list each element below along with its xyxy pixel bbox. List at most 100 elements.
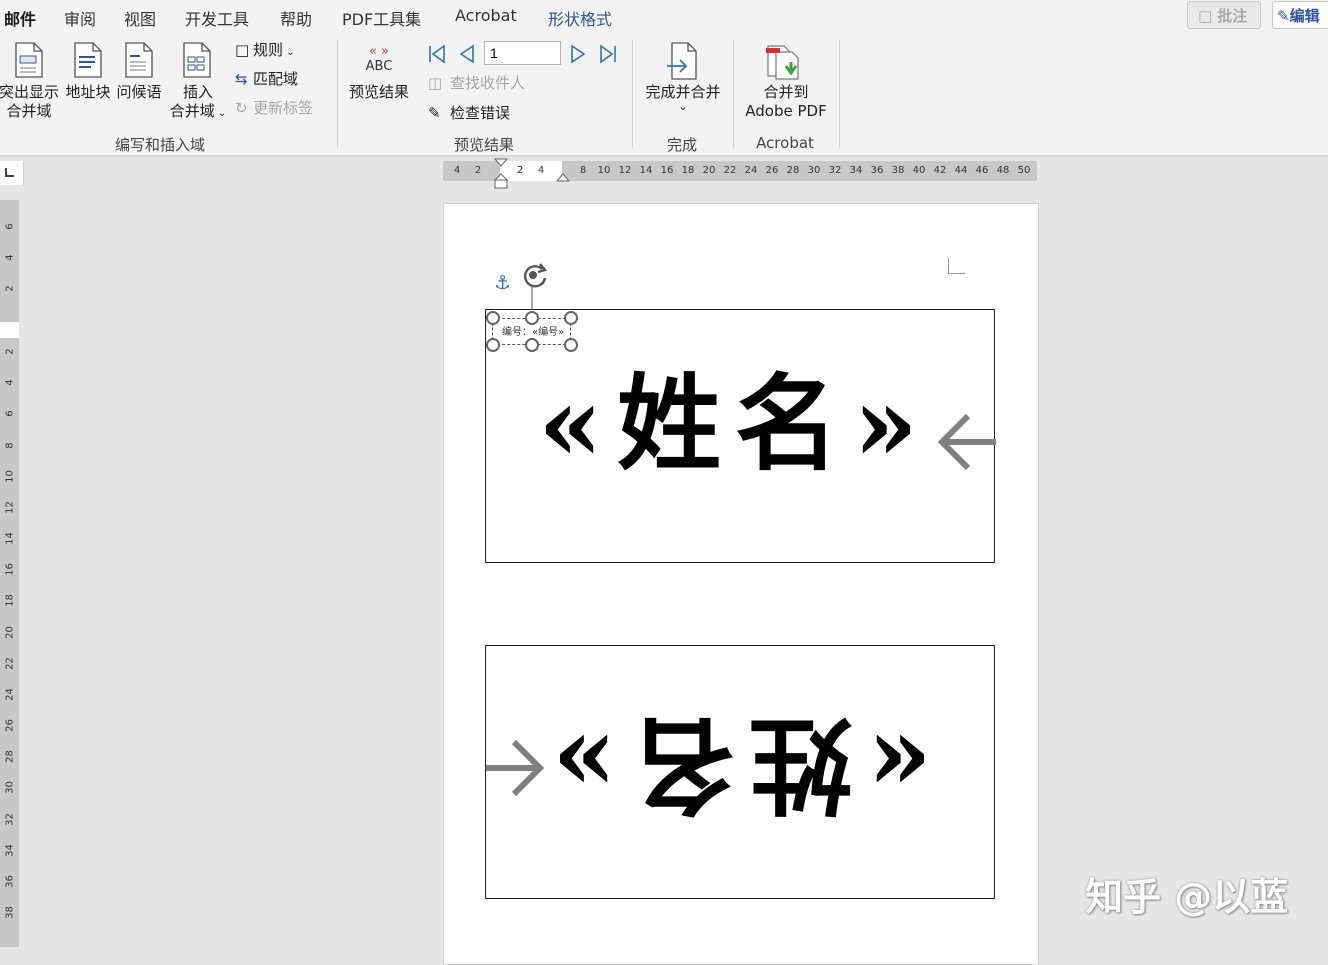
group-separator <box>632 40 633 148</box>
ruler-number: 6 <box>4 223 16 230</box>
resize-handle[interactable] <box>564 338 578 352</box>
ruler-number: 36 <box>4 875 16 888</box>
rotate-handle-icon[interactable] <box>518 260 552 310</box>
name-card-back[interactable]: «姓名» <box>485 645 995 899</box>
ruler-number: 4 <box>537 165 545 176</box>
check-errors-icon: ✎ <box>428 104 441 122</box>
insert-merge-field-button[interactable]: 插入 合并域 ⌄ <box>166 83 230 123</box>
merge-to-pdf-label-1: 合并到 <box>763 83 809 101</box>
chevron-down-icon: ⌄ <box>678 100 688 113</box>
ruler-number: 46 <box>975 165 989 176</box>
ruler-number: 34 <box>4 844 16 857</box>
resize-handle[interactable] <box>525 338 539 352</box>
name-merge-field[interactable]: «姓名» <box>538 372 932 476</box>
previous-record-icon[interactable] <box>458 44 476 64</box>
ruler-number: 20 <box>702 165 716 176</box>
name-card-front[interactable]: «姓名» <box>485 309 996 563</box>
tab-developer[interactable]: 开发工具 <box>185 6 249 30</box>
tab-review[interactable]: 审阅 <box>64 6 96 30</box>
ruler-number: 36 <box>870 165 884 176</box>
ruler-number: 16 <box>4 563 16 576</box>
find-recipient-button[interactable]: ◫ 查找收件人 <box>428 74 525 93</box>
insert-merge-field-icon <box>183 42 211 78</box>
ribbon: 突出显示 合并域 地址块 问候语 插入 合并域 ⌄ □ 规则 ⌄ ⇆ 匹配域 ↻ 更新… <box>0 32 1328 156</box>
indent-marker-icon[interactable] <box>494 158 508 190</box>
update-labels-icon: ↻ <box>235 99 248 117</box>
merge-to-pdf-icon <box>766 45 799 80</box>
match-fields-button[interactable]: ⇆ 匹配域 <box>235 70 298 89</box>
tab-selector[interactable] <box>0 161 24 185</box>
ruler-number: 28 <box>786 165 800 176</box>
ruler-number: 26 <box>765 165 779 176</box>
ribbon-shadow <box>0 155 1328 159</box>
resize-handle[interactable] <box>525 311 539 325</box>
preview-abc-label: ABC <box>365 59 393 74</box>
ruler-number: 2 <box>4 348 16 355</box>
tab-acrobat[interactable]: Acrobat <box>455 6 517 25</box>
rules-button[interactable]: □ 规则 ⌄ <box>235 41 295 62</box>
ruler-number: 4 <box>453 165 461 176</box>
ruler-number: 10 <box>4 470 16 483</box>
ruler-number: 24 <box>744 165 758 176</box>
tab-shape-format[interactable]: 形状格式 <box>548 6 612 30</box>
group-label-finish: 完成 <box>666 136 697 154</box>
finish-merge-button[interactable]: 完成并合并 ⌄ <box>640 83 726 112</box>
update-labels-button[interactable]: ↻ 更新标签 <box>235 99 313 118</box>
name-merge-field-flipped[interactable]: «姓名» <box>538 703 932 826</box>
arrow-left-icon <box>938 414 996 471</box>
edit-button[interactable]: ✎编辑 <box>1272 1 1328 29</box>
next-record-icon[interactable] <box>569 44 587 64</box>
group-separator <box>733 40 734 148</box>
ruler-number: 38 <box>4 906 16 919</box>
ruler-number: 50 <box>1017 165 1031 176</box>
ruler-number: 38 <box>891 165 905 176</box>
ruler-number: 2 <box>4 285 16 292</box>
update-labels-label: 更新标签 <box>253 99 314 117</box>
tab-mailings[interactable]: 邮件 <box>4 6 37 35</box>
last-record-icon[interactable] <box>598 44 618 64</box>
tab-help[interactable]: 帮助 <box>280 6 312 30</box>
resize-handle[interactable] <box>486 311 500 325</box>
first-record-icon[interactable] <box>427 44 447 64</box>
ruler-number: 20 <box>4 626 16 639</box>
finish-merge-icon <box>667 42 697 80</box>
ruler-number: 40 <box>912 165 926 176</box>
address-block-icon <box>74 42 102 78</box>
ribbon-tab-bar: 邮件 审阅 视图 开发工具 帮助 PDF工具集 Acrobat 形状格式 <box>0 0 1328 35</box>
ruler-number: 16 <box>660 165 674 176</box>
greeting-line-button[interactable]: 问候语 <box>115 83 163 102</box>
group-label-write-insert: 编写和插入域 <box>114 136 205 154</box>
chevron-down-icon: ⌄ <box>214 108 227 119</box>
insert-field-label-1: 插入 <box>182 83 213 101</box>
resize-handle[interactable] <box>564 311 578 325</box>
rules-icon: □ <box>235 41 250 59</box>
address-block-button[interactable]: 地址块 <box>64 83 112 102</box>
ruler-number: 28 <box>4 750 16 763</box>
greeting-line-icon <box>125 42 153 78</box>
ruler-number: 22 <box>4 657 16 670</box>
tab-view[interactable]: 视图 <box>124 6 156 30</box>
record-number-input[interactable] <box>484 41 561 65</box>
page-corner-mark <box>948 258 965 274</box>
ruler-number: 6 <box>4 410 16 417</box>
highlight-merge-fields-button[interactable]: 突出显示 合并域 <box>0 83 60 121</box>
resize-handle[interactable] <box>486 338 500 352</box>
check-errors-button[interactable]: ✎ 检查错误 <box>428 104 510 123</box>
highlight-fields-label-2: 合并域 <box>6 102 52 120</box>
match-fields-label: 匹配域 <box>253 70 299 88</box>
highlight-fields-icon <box>15 42 43 78</box>
right-indent-marker-icon[interactable] <box>556 173 570 183</box>
comment-button[interactable]: □ 批注 <box>1187 1 1261 29</box>
anchor-icon: ⚓ <box>494 272 512 294</box>
vertical-ruler-margin <box>0 322 19 338</box>
merge-to-adobe-pdf-button[interactable]: 合并到 Adobe PDF <box>740 83 832 121</box>
tab-pdf-tools[interactable]: PDF工具集 <box>342 6 421 30</box>
highlight-fields-label-1: 突出显示 <box>0 83 59 101</box>
preview-results-button[interactable]: 预览结果 <box>346 83 412 102</box>
ruler-number: 32 <box>828 165 842 176</box>
chevron-down-icon: ⌄ <box>283 47 295 58</box>
insert-field-label-2: 合并域 ⌄ <box>169 102 227 120</box>
ruler-number: 48 <box>996 165 1010 176</box>
comment-label: 批注 <box>1217 7 1248 25</box>
ruler-number: 4 <box>4 254 16 261</box>
